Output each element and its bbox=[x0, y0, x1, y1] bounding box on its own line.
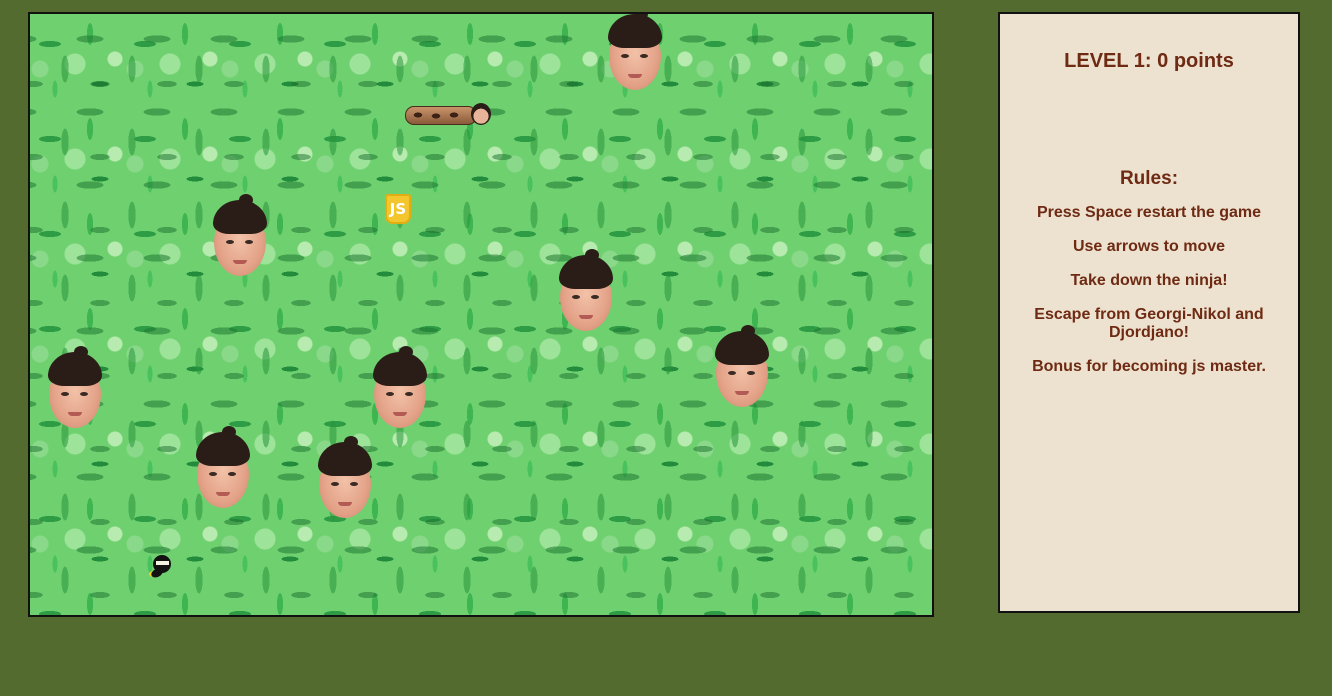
level-score: LEVEL 1: 0 points bbox=[1064, 50, 1234, 72]
enemy-head bbox=[557, 249, 615, 333]
enemy-head bbox=[606, 14, 664, 92]
enemy-head bbox=[211, 194, 269, 278]
rule-item: Use arrows to move bbox=[1072, 238, 1226, 255]
enemy-head bbox=[713, 325, 771, 409]
js-bonus-icon: JS bbox=[385, 194, 411, 224]
rule-item: Take down the ninja! bbox=[1070, 272, 1228, 289]
rule-item: Bonus for becoming js master. bbox=[1032, 358, 1266, 375]
ninja-target-icon bbox=[147, 551, 177, 581]
enemy-head bbox=[194, 426, 252, 510]
rule-item: Escape from Georgi-Nikol and Djordjano! bbox=[1034, 306, 1264, 341]
player-snake bbox=[405, 103, 491, 125]
enemy-head bbox=[316, 436, 374, 520]
rules-list: Press Space restart the game Use arrows … bbox=[1000, 204, 1298, 376]
game-board[interactable]: JS bbox=[28, 12, 934, 617]
info-panel: LEVEL 1: 0 points Rules: Press Space res… bbox=[998, 12, 1300, 613]
rules-title: Rules: bbox=[1119, 168, 1179, 189]
snake-body bbox=[405, 106, 477, 125]
enemy-head bbox=[46, 346, 104, 430]
rule-item: Press Space restart the game bbox=[1036, 204, 1262, 221]
snake-head bbox=[471, 103, 491, 125]
enemy-head bbox=[371, 346, 429, 430]
